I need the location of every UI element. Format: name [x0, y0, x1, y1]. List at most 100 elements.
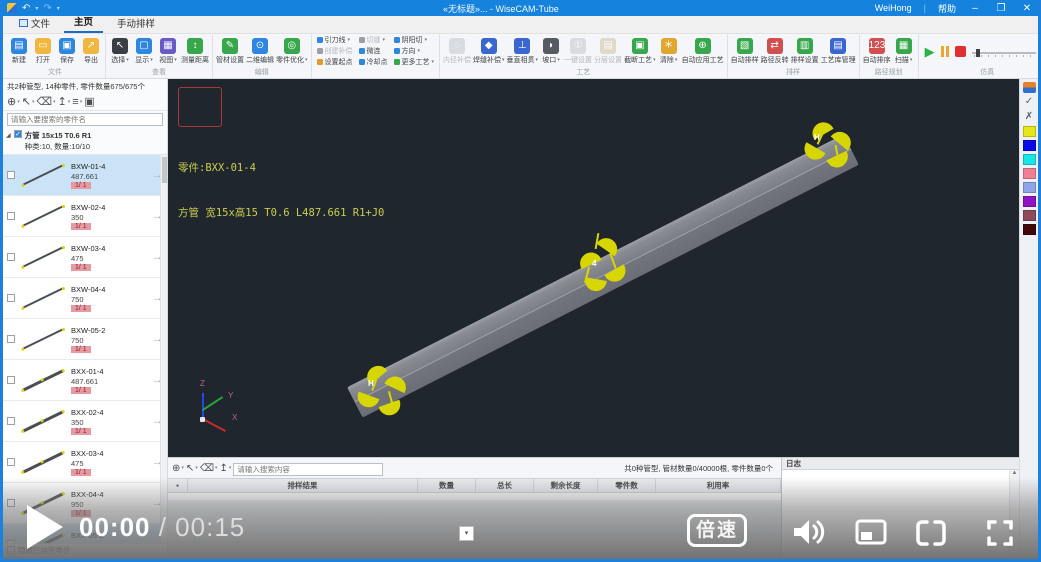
scroll-down-nub[interactable]: ▾	[459, 526, 474, 541]
add-result-button[interactable]: ⊕▾	[172, 463, 184, 474]
playback-speed-button[interactable]: 倍速	[687, 514, 747, 547]
part-list-item[interactable]: BXX-02-4 350 1/ 1 →	[3, 401, 167, 442]
path-reverse-button[interactable]: ⇄ 路径反转▾	[760, 38, 790, 65]
lead-line-button[interactable]: 引刀线▾	[317, 35, 353, 45]
part-checkbox[interactable]	[7, 335, 15, 343]
color-swatch[interactable]	[1023, 196, 1036, 207]
part-checkbox[interactable]	[7, 294, 15, 302]
sim-speed-slider[interactable]	[972, 47, 1036, 57]
micro-joint-button[interactable]: 微连▾	[359, 46, 388, 56]
minimize-button[interactable]: –	[968, 3, 982, 14]
color-swatch[interactable]	[1023, 182, 1036, 193]
part-optimize-button[interactable]: ◎ 零件优化▾	[275, 38, 309, 65]
export-result-button[interactable]: ↥▾	[219, 463, 231, 474]
part-list-item[interactable]: BXX-01-4 487.661 1/ 1 →	[3, 360, 167, 401]
user-name[interactable]: WeiHong	[875, 3, 912, 13]
part-checkbox[interactable]	[7, 212, 15, 220]
nest-settings-button[interactable]: ▥ 排样设置▾	[790, 38, 820, 65]
yin-yang-cut-button[interactable]: 阴阳切▾	[394, 35, 435, 45]
undo-caret-icon[interactable]: ▾	[35, 5, 38, 12]
3d-preview-button[interactable]: ▣	[84, 95, 94, 108]
auto-sort-button[interactable]: 123 自动排序▾	[862, 38, 892, 65]
select-result-button[interactable]: ↖▾	[186, 463, 198, 474]
2d-edit-button[interactable]: ⊙ 二维编辑▾	[245, 38, 275, 65]
kerf-button[interactable]: 切缝▾	[359, 35, 388, 45]
undo-icon[interactable]: ↶	[22, 3, 30, 14]
inner-diameter-comp-button[interactable]: ◌ 内径补偿▾	[442, 38, 472, 65]
save-button[interactable]: ▣ 保存▾	[55, 38, 79, 65]
select-cursor-button[interactable]: ↖ 选择▾	[108, 38, 132, 65]
part-checkbox[interactable]	[7, 458, 15, 466]
part-checkbox[interactable]	[7, 253, 15, 261]
web-fullscreen-icon[interactable]	[915, 519, 947, 547]
sim-pause-icon[interactable]	[941, 46, 949, 57]
start-point-button[interactable]: 设置起点▾	[317, 57, 353, 67]
part-list-item[interactable]: BXW-04-4 750 1/ 1 →	[3, 278, 167, 319]
video-play-button[interactable]	[27, 505, 63, 549]
bevel-button[interactable]: ◗ 坡口▾	[539, 38, 563, 65]
tab-file[interactable]: 文件	[9, 14, 60, 33]
color-swatch[interactable]	[1023, 140, 1036, 151]
tube-group-header[interactable]: ◢ 方管 15x15 T0.6 R1 种类:10, 数量:10/10	[3, 128, 167, 155]
auto-apply-process-button[interactable]: ⊕ 自动应用工艺▾	[681, 38, 725, 65]
display-button[interactable]: ▢ 显示▾	[132, 38, 156, 65]
color-swatch[interactable]	[1023, 224, 1036, 235]
tab-manual-nest[interactable]: 手动排样	[107, 14, 165, 33]
add-part-button[interactable]: ⊕▾	[7, 95, 20, 108]
vertical-intersect-button[interactable]: ⊥ 垂直相贯▾	[506, 38, 540, 65]
process-library-button[interactable]: ▤ 工艺库管理▾	[820, 38, 857, 65]
part-list-item[interactable]: BXW-02-4 350 1/ 1 →	[3, 196, 167, 237]
one-key-setup-button[interactable]: ① 一键设置▾	[563, 38, 593, 65]
select-part-button[interactable]: ↖▾	[22, 95, 35, 108]
export-button[interactable]: ↗ 导出▾	[79, 38, 103, 65]
pip-icon[interactable]	[855, 519, 887, 547]
direction-button[interactable]: 方向▾	[394, 46, 435, 56]
cross-circle-icon[interactable]: ✗	[1025, 111, 1033, 123]
expand-caret-icon[interactable]: ◢	[6, 132, 11, 139]
measure-button[interactable]: ↕ 测量距离▾	[180, 38, 210, 65]
auto-nest-button[interactable]: ▧ 自动排样▾	[730, 38, 760, 65]
more-process-button[interactable]: 更多工艺▾	[394, 57, 435, 67]
color-swatch[interactable]	[1023, 210, 1036, 221]
create-compensation-button[interactable]: 创建补偿▾	[317, 46, 353, 56]
part-checkbox[interactable]	[7, 376, 15, 384]
weld-seam-comp-button[interactable]: ◆ 焊缝补偿▾	[472, 38, 506, 65]
cooling-point-button[interactable]: 冷却点▾	[359, 57, 388, 67]
color-swatch[interactable]	[1023, 126, 1036, 137]
new-file-button[interactable]: ▤ 新建▾	[7, 38, 31, 65]
close-button[interactable]: ✕	[1020, 3, 1034, 14]
check-circle-icon[interactable]: ✓	[1025, 96, 1033, 108]
color-swatch[interactable]	[1023, 168, 1036, 179]
sim-stop-icon[interactable]	[955, 46, 966, 57]
viewport-button[interactable]: ▦ 视图▾	[156, 38, 180, 65]
part-search-input[interactable]	[7, 113, 163, 126]
delete-part-button[interactable]: ⌫▾	[36, 95, 55, 108]
volume-icon[interactable]	[791, 517, 825, 547]
help-button[interactable]: 帮助	[938, 2, 956, 15]
scan-button[interactable]: ▦ 扫描▾	[892, 38, 916, 65]
export-part-button[interactable]: ↥▾	[58, 95, 71, 108]
maximize-button[interactable]: ❐	[994, 3, 1008, 14]
group-checkbox[interactable]	[14, 130, 22, 138]
part-list-item[interactable]: BXW-05-2 750 1/ 1 →	[3, 319, 167, 360]
list-view-button[interactable]: ≡▾	[72, 96, 82, 108]
palette-icon[interactable]	[1023, 82, 1036, 93]
fullscreen-icon[interactable]	[985, 519, 1015, 547]
part-checkbox[interactable]	[7, 171, 15, 179]
clear-broom-button[interactable]: ＊ 清除▾	[657, 38, 681, 65]
cutoff-process-button[interactable]: ▣ 截断工艺▾	[623, 38, 657, 65]
tube-settings-button[interactable]: ✎ 管材设置▾	[215, 38, 245, 65]
viewport-3d[interactable]: 零件:BXX-01-4 方管 宽15x高15 T0.6 L487.661 R1+…	[168, 79, 1019, 457]
color-swatch[interactable]	[1023, 154, 1036, 165]
redo-caret-icon[interactable]: ▾	[57, 5, 60, 12]
redo-icon[interactable]: ↷	[43, 3, 51, 14]
result-search-input[interactable]	[233, 463, 383, 476]
part-list-item[interactable]: BXW-01-4 487.661 1/ 1 →	[3, 155, 167, 196]
delete-result-button[interactable]: ⌫▾	[200, 463, 218, 474]
tab-home[interactable]: 主页	[64, 12, 103, 33]
layer-setup-button[interactable]: ▤ 分层设置▾	[593, 38, 623, 65]
sim-play-icon[interactable]: ▶	[925, 44, 935, 60]
open-folder-button[interactable]: ▭ 打开▾	[31, 38, 55, 65]
part-checkbox[interactable]	[7, 417, 15, 425]
part-list-item[interactable]: BXW-03-4 475 1/ 1 →	[3, 237, 167, 278]
